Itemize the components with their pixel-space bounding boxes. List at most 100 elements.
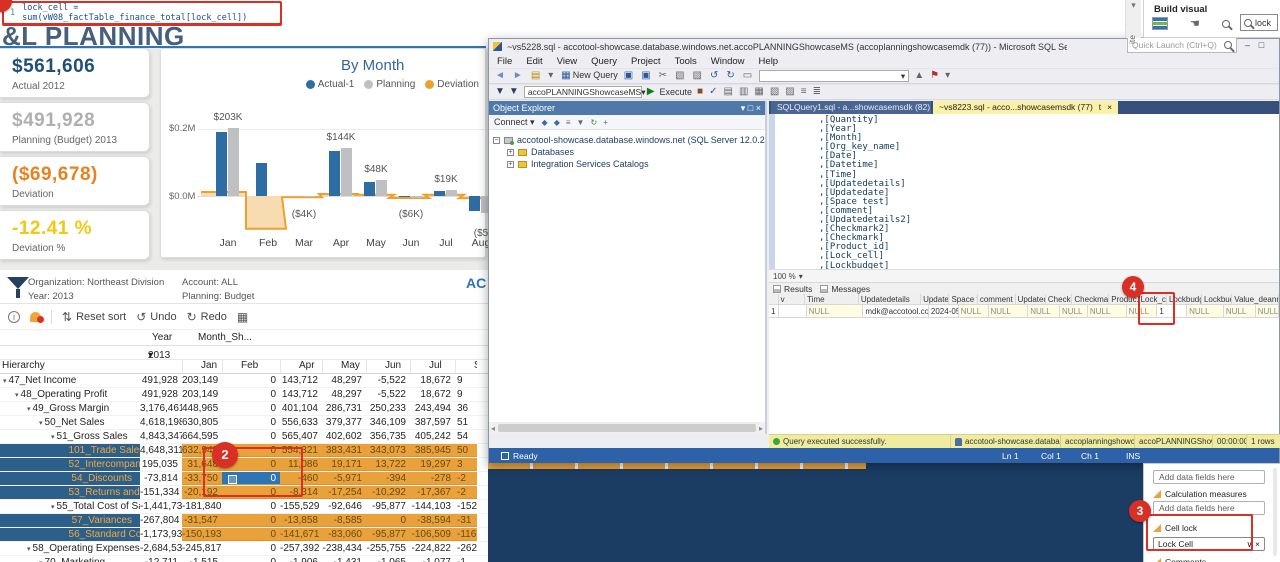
toolbar-icon[interactable]: ▦ <box>754 86 763 98</box>
toolbar-icon[interactable]: ▭ <box>743 70 754 82</box>
cell-jun[interactable]: 250,233 <box>366 402 410 415</box>
tab-vs8223[interactable]: ~vs8223.sql - acco...showcasemsdk (77)t× <box>933 101 1118 114</box>
cell-sep[interactable]: -262 <box>455 542 477 555</box>
menu-item[interactable]: File <box>497 56 512 67</box>
results-cell[interactable]: NULL <box>959 305 989 318</box>
info-icon[interactable]: i <box>8 311 20 323</box>
cell-apr[interactable]: -141,671 <box>280 528 322 541</box>
cell-total[interactable]: -12,711 <box>140 556 182 562</box>
redo-button[interactable]: ↻Redo <box>187 310 227 324</box>
cell-sep[interactable]: 51 <box>455 416 477 429</box>
cell-apr[interactable]: 143,712 <box>280 374 322 387</box>
bar-actual-Aug[interactable] <box>469 196 480 211</box>
kpi-card[interactable]: $491,928 Planning (Budget) 2013 <box>0 102 150 152</box>
cell-sep[interactable]: -2 <box>455 486 477 499</box>
cell-jun[interactable]: -95,877 <box>366 528 410 541</box>
bar-actual-Feb[interactable] <box>256 163 267 197</box>
cell-apr[interactable]: -1,906 <box>280 556 322 562</box>
cell-jun[interactable]: 0 <box>366 514 410 527</box>
cell-feb[interactable]: 0 <box>222 528 280 541</box>
database-combo[interactable]: accoPLANNINGShowcaseMS▾ <box>524 86 642 98</box>
toolbar-icon[interactable]: ≣ <box>813 86 821 98</box>
scrollbar-thumb[interactable] <box>498 424 756 432</box>
toolbar-icon[interactable]: ■ <box>697 86 703 98</box>
menu-item[interactable]: Query <box>591 56 617 67</box>
bar-actual-Apr[interactable] <box>329 151 340 196</box>
chevron-down-icon[interactable]: ▾ <box>799 272 803 281</box>
tab-results[interactable]: Results <box>773 284 812 294</box>
results-cell[interactable]: NULL <box>989 305 1029 318</box>
oe-horizontal-scrollbar[interactable]: ◂▸ <box>489 422 765 434</box>
funnel-icon[interactable]: ▼ <box>509 86 519 98</box>
cell-may[interactable]: 19,171 <box>322 458 366 471</box>
reset-sort-button[interactable]: ⇅Reset sort <box>62 310 126 324</box>
cell-total[interactable]: -267,804 <box>140 514 182 527</box>
matrix-visual-icon[interactable] <box>1152 17 1168 30</box>
object-explorer-header[interactable]: Object Explorer ▾ □ × <box>489 101 765 115</box>
hierarchy-cell[interactable]: ▾57_Variances <box>0 514 140 527</box>
code-line[interactable]: ,[Lockbudget] <box>819 262 911 270</box>
cell-may[interactable]: -17,254 <box>322 486 366 499</box>
bar-actual-Jan[interactable] <box>216 132 227 196</box>
kpi-card[interactable]: -12.41 % Deviation % <box>0 210 150 260</box>
cell-total[interactable]: 491,928 <box>140 388 182 401</box>
cell-jun[interactable]: -95,877 <box>366 500 410 513</box>
results-cell[interactable]: NULL <box>1187 305 1224 318</box>
toolbar-icon[interactable]: ▨ <box>693 70 704 82</box>
results-cell[interactable]: 1 <box>769 305 779 318</box>
collapse-icon[interactable]: − <box>493 137 500 144</box>
cell-sep[interactable]: -116 <box>455 528 477 541</box>
cell-may[interactable]: 402,602 <box>322 430 366 443</box>
maximize-button[interactable]: □ <box>1256 40 1267 51</box>
toolbar-icon[interactable]: ▣ <box>624 70 635 82</box>
toolbar-icon[interactable]: ⚑ <box>930 70 939 82</box>
hierarchy-cell[interactable]: ▾52_Intercompany Sales <box>0 458 140 471</box>
ssms-window[interactable]: ~vs5228.sql - accotool-showcase.database… <box>488 38 1280 463</box>
cell-may[interactable]: -238,434 <box>322 542 366 555</box>
results-cell[interactable]: NULL <box>1028 305 1060 318</box>
oe-tool-icon[interactable]: ◆ <box>554 118 560 127</box>
panel-scrollbar[interactable] <box>1273 468 1277 556</box>
cell-total[interactable]: 4,618,198 <box>140 416 182 429</box>
toolbar-icon[interactable]: ▥ <box>739 86 748 98</box>
cell-total[interactable]: -1,173,934 <box>140 528 182 541</box>
cell-total[interactable]: -2,684,533 <box>140 542 182 555</box>
oe-tool-icon[interactable]: ↻ <box>590 118 597 127</box>
cell-jan[interactable]: -31,547 <box>182 514 222 527</box>
cell-total[interactable]: 4,648,311 <box>140 444 182 457</box>
month-header-cell[interactable]: Jun <box>366 360 410 373</box>
oe-tool-icon[interactable]: ◆ <box>542 118 548 127</box>
toolbar-icon[interactable]: ▾ <box>548 70 555 82</box>
chevron-down-icon[interactable]: ▾ <box>1131 0 1136 10</box>
cell-total[interactable]: -151,334 <box>140 486 182 499</box>
hierarchy-cell[interactable]: ▾55_Total Cost of Sales <box>0 500 140 513</box>
hand-pointer-icon[interactable]: ☚ <box>1190 17 1200 30</box>
month-header-cell[interactable]: Feb <box>222 360 280 373</box>
results-cell[interactable]: NULL <box>1088 305 1127 318</box>
results-column-header[interactable]: Updatedetails2 <box>1016 294 1046 305</box>
cell-jul[interactable]: 385,945 <box>410 444 455 457</box>
toolbar-icon[interactable]: ▤ <box>723 86 732 98</box>
cell-sep[interactable]: 9 <box>455 388 477 401</box>
cell-sep[interactable]: 50 <box>455 444 477 457</box>
matrix-col-year[interactable]: Year <box>152 332 172 343</box>
cell-jun[interactable]: -1,065 <box>366 556 410 562</box>
hierarchy-cell[interactable]: ▾53_Returns and Adjustments <box>0 486 140 499</box>
results-column-header[interactable]: comment <box>978 294 1016 305</box>
cell-jan[interactable]: 203,149 <box>182 374 222 387</box>
cell-jul[interactable]: -17,367 <box>410 486 455 499</box>
cell-may[interactable]: -5,971 <box>322 472 366 485</box>
cell-may[interactable]: -92,646 <box>322 500 366 513</box>
cell-may[interactable]: 383,431 <box>322 444 366 457</box>
minimize-button[interactable]: – <box>1242 40 1253 51</box>
results-column-header[interactable]: v <box>779 294 806 305</box>
funnel-icon[interactable]: ▼ <box>495 86 505 98</box>
tree-node-folder[interactable]: + Databases <box>493 146 765 158</box>
data-fields-well-1[interactable]: Add data fields here <box>1153 470 1265 484</box>
cell-jul[interactable]: -144,103 <box>410 500 455 513</box>
cell-jul[interactable]: 18,672 <box>410 374 455 387</box>
cell-jun[interactable]: 343,073 <box>366 444 410 457</box>
cell-jul[interactable]: -106,509 <box>410 528 455 541</box>
results-column-header[interactable]: Space test <box>949 294 977 305</box>
cell-total[interactable]: 4,843,347 <box>140 430 182 443</box>
